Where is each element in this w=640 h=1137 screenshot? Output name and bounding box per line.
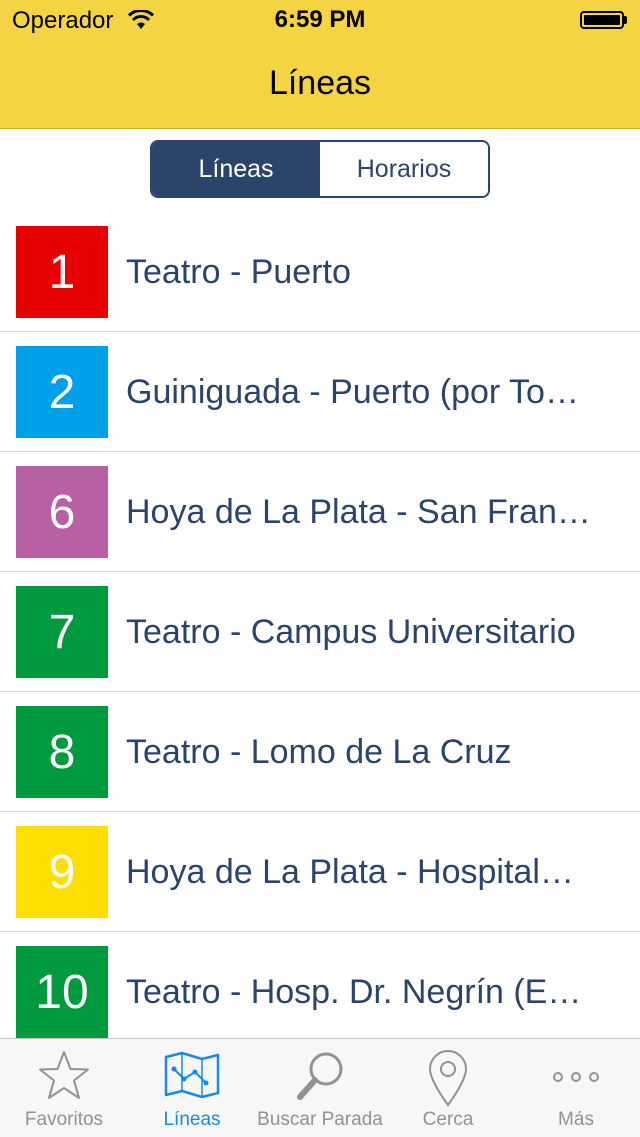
tab-favoritos[interactable]: Favoritos — [0, 1039, 128, 1137]
navigation-bar: Líneas — [0, 40, 640, 129]
tab-label: Favoritos — [24, 1109, 104, 1130]
line-row-6[interactable]: 6 Hoya de La Plata - San Fran… — [0, 452, 640, 572]
line-row-10[interactable]: 10 Teatro - Hosp. Dr. Negrín (E… — [0, 932, 640, 1038]
more-icon — [548, 1049, 604, 1104]
line-name: Hoya de La Plata - San Fran… — [126, 493, 591, 531]
tab-label: Cerca — [422, 1109, 474, 1130]
segmented-control: Líneas Horarios — [150, 140, 490, 198]
line-number-badge: 9 — [16, 826, 108, 918]
tab-label: Más — [558, 1109, 594, 1130]
line-row-8[interactable]: 8 Teatro - Lomo de La Cruz — [0, 692, 640, 812]
battery-tip — [624, 16, 627, 24]
lines-list: 1 Teatro - Puerto 2 Guiniguada - Puerto … — [0, 212, 640, 1038]
line-row-1[interactable]: 1 Teatro - Puerto — [0, 212, 640, 332]
search-icon — [292, 1049, 348, 1110]
tab-cerca[interactable]: Cerca — [384, 1039, 512, 1137]
tab-label: Buscar Parada — [257, 1109, 383, 1130]
line-number-badge: 1 — [16, 226, 108, 318]
tab-label: Líneas — [163, 1109, 221, 1130]
line-name: Teatro - Puerto — [126, 253, 351, 291]
line-name: Teatro - Lomo de La Cruz — [126, 733, 512, 771]
location-pin-icon — [426, 1049, 470, 1114]
page-title: Líneas — [268, 64, 372, 102]
star-icon — [36, 1049, 92, 1108]
line-number-badge: 7 — [16, 586, 108, 678]
line-row-7[interactable]: 7 Teatro - Campus Universitario — [0, 572, 640, 692]
tab-buscar-parada[interactable]: Buscar Parada — [256, 1039, 384, 1137]
line-number-badge: 10 — [16, 946, 108, 1038]
segment-lineas[interactable]: Líneas — [152, 142, 320, 196]
segment-horarios[interactable]: Horarios — [320, 142, 488, 196]
status-bar: Operador 6:59 PM — [0, 0, 640, 40]
line-name: Teatro - Hosp. Dr. Negrín (E… — [126, 973, 582, 1011]
line-number-badge: 2 — [16, 346, 108, 438]
tab-bar: Favoritos Líneas Buscar Parada Cerca Más — [0, 1038, 640, 1137]
line-row-2[interactable]: 2 Guiniguada - Puerto (por To… — [0, 332, 640, 452]
line-name: Hoya de La Plata - Hospital… — [126, 853, 574, 891]
tab-lineas[interactable]: Líneas — [128, 1039, 256, 1137]
tab-mas[interactable]: Más — [512, 1039, 640, 1137]
line-row-9[interactable]: 9 Hoya de La Plata - Hospital… — [0, 812, 640, 932]
line-number-badge: 6 — [16, 466, 108, 558]
map-icon — [162, 1049, 222, 1106]
line-number-badge: 8 — [16, 706, 108, 798]
line-name: Guiniguada - Puerto (por To… — [126, 373, 579, 411]
status-time: 6:59 PM — [274, 6, 366, 33]
line-name: Teatro - Campus Universitario — [126, 613, 576, 651]
battery-icon — [580, 11, 624, 29]
